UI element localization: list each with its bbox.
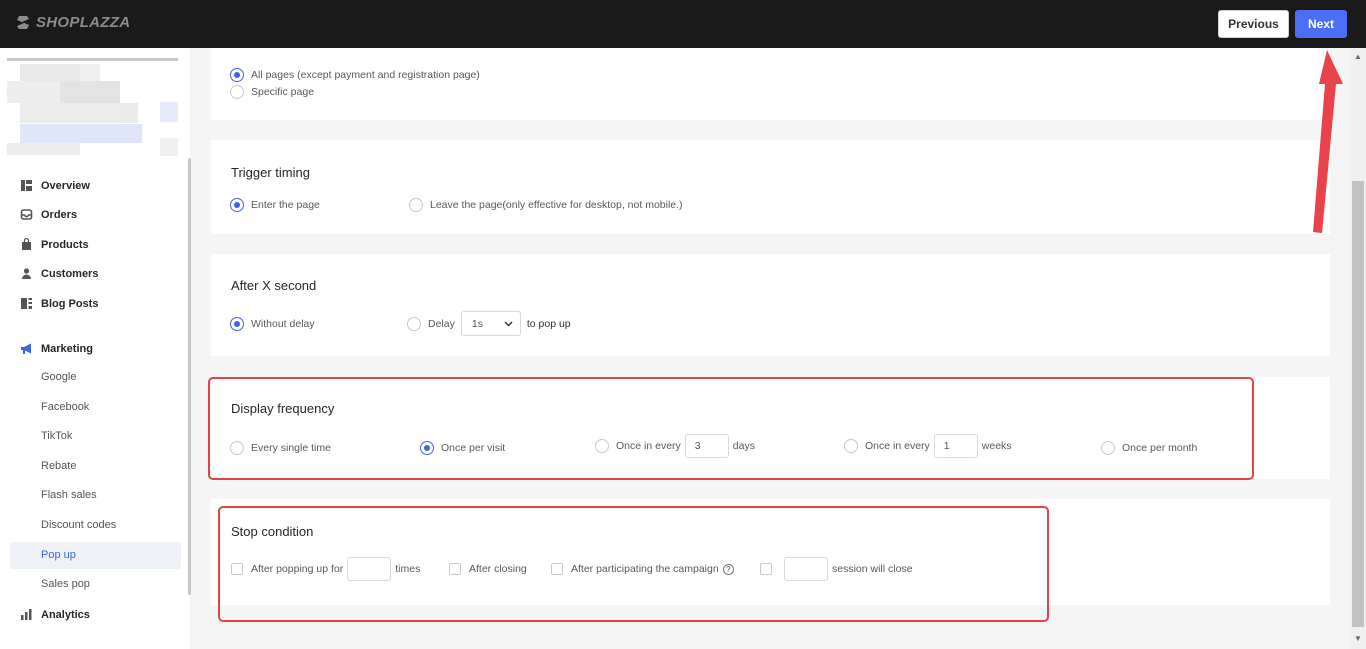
highlight-display-frequency	[208, 377, 1254, 480]
sidebar-subitem-pop-up[interactable]: Pop up	[41, 549, 76, 561]
option-label: Specific page	[251, 86, 315, 98]
previous-button[interactable]: Previous	[1218, 10, 1289, 38]
enter-page-option[interactable]: Enter the page	[230, 198, 320, 212]
sidebar-item-label: Analytics	[41, 608, 90, 621]
bag-icon	[22, 238, 31, 250]
sidebar: Overview Orders Products Customers Blog …	[0, 48, 191, 649]
leave-page-radio[interactable]	[409, 198, 423, 212]
option-label: Without delay	[251, 318, 315, 330]
sidebar-divider	[7, 58, 178, 61]
sidebar-subitem-rebate[interactable]: Rebate	[41, 460, 76, 472]
delay-suffix: to pop up	[526, 317, 571, 330]
sidebar-item-overview[interactable]: Overview	[20, 179, 90, 192]
scroll-thumb[interactable]	[1352, 181, 1364, 627]
display-page-card: All pages (except payment and registrati…	[211, 48, 1330, 120]
top-bar: SHOPLAZZA Previous Next	[0, 0, 1366, 48]
sidebar-subitem-sales-pop[interactable]: Sales pop	[41, 578, 90, 590]
specific-page-radio[interactable]	[230, 85, 244, 99]
document-icon	[21, 298, 32, 309]
sidebar-item-label: Blog Posts	[41, 297, 99, 310]
sidebar-item-label: Marketing	[41, 342, 93, 355]
sidebar-item-products[interactable]: Products	[20, 238, 89, 251]
sidebar-subitem-flash-sales[interactable]: Flash sales	[41, 489, 97, 501]
without-delay-option[interactable]: Without delay	[230, 317, 315, 331]
brand-logo: SHOPLAZZA	[16, 14, 130, 31]
section-title: After X second	[231, 278, 317, 293]
sidebar-item-marketing[interactable]: Marketing	[20, 342, 93, 355]
sidebar-item-label: Products	[41, 238, 89, 251]
all-pages-option[interactable]: All pages (except payment and registrati…	[230, 68, 480, 82]
enter-page-radio[interactable]	[230, 198, 244, 212]
sidebar-item-label: Customers	[41, 267, 99, 280]
option-label: Enter the page	[251, 199, 320, 211]
sidebar-active-highlight	[10, 542, 181, 569]
sidebar-subitem-tiktok[interactable]: TikTok	[41, 430, 72, 442]
delay-option[interactable]: Delay 1s to pop up	[407, 311, 571, 336]
specific-page-option[interactable]: Specific page	[230, 85, 314, 99]
option-label: All pages (except payment and registrati…	[251, 69, 480, 81]
highlight-stop-condition	[218, 506, 1049, 622]
leave-page-option[interactable]: Leave the page(only effective for deskto…	[409, 198, 683, 212]
sidebar-item-orders[interactable]: Orders	[20, 208, 77, 221]
after-x-second-card: After X second Without delay Delay 1s to…	[211, 254, 1330, 356]
chevron-down-icon	[504, 320, 513, 327]
megaphone-icon	[21, 343, 31, 354]
bar-chart-icon	[21, 609, 32, 620]
sidebar-item-blog-posts[interactable]: Blog Posts	[20, 297, 98, 310]
section-title: Trigger timing	[231, 165, 310, 180]
shoplazza-logo-icon	[17, 16, 29, 29]
sidebar-subitem-google[interactable]: Google	[41, 371, 76, 383]
delay-select[interactable]: 1s	[460, 311, 521, 336]
sidebar-subitem-discount-codes[interactable]: Discount codes	[41, 519, 116, 531]
page-scrollbar[interactable]: ▲ ▼	[1350, 48, 1366, 649]
trigger-timing-card: Trigger timing Enter the page Leave the …	[211, 140, 1330, 234]
scroll-down-icon[interactable]: ▼	[1354, 634, 1362, 643]
option-label: Leave the page(only effective for deskto…	[430, 199, 683, 211]
person-icon	[22, 268, 31, 279]
sidebar-item-label: Orders	[41, 208, 78, 221]
sidebar-item-label: Overview	[41, 179, 90, 192]
sidebar-subitem-facebook[interactable]: Facebook	[41, 401, 89, 413]
sidebar-item-customers[interactable]: Customers	[20, 267, 98, 280]
all-pages-radio[interactable]	[230, 68, 244, 82]
sidebar-item-analytics[interactable]: Analytics	[20, 608, 90, 621]
inbox-icon	[20, 209, 33, 220]
delay-radio[interactable]	[407, 316, 421, 331]
delay-select-value: 1s	[471, 317, 483, 330]
dashboard-icon	[21, 180, 32, 191]
brand-name: SHOPLAZZA	[36, 14, 131, 31]
next-button[interactable]: Next	[1295, 10, 1347, 38]
option-label: Delay	[428, 317, 455, 330]
scroll-up-icon[interactable]: ▲	[1354, 52, 1362, 61]
without-delay-radio[interactable]	[230, 317, 244, 331]
